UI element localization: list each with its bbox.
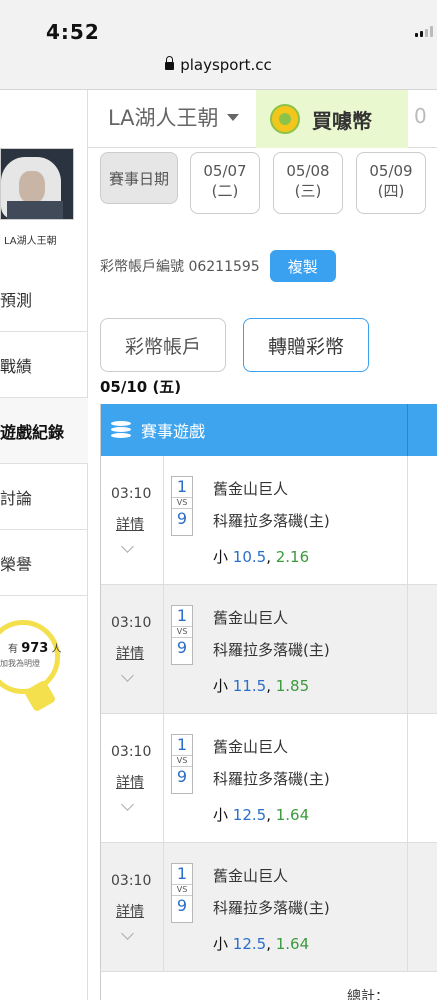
game-table: 賽事遊戲 03:10 詳情 1 VS 9 舊金山巨人 科羅拉多落磯(主) 小 10.… [100, 404, 437, 972]
matchup-box: 1 VS 9 [171, 863, 193, 923]
table-header: 賽事遊戲 [101, 404, 437, 456]
lightbulb-icon [0, 620, 60, 694]
browser-status-bar: 4:52 playsport.cc [0, 0, 437, 90]
account-number: 彩幣帳戶編號 06211595 [100, 259, 260, 275]
table-row: 03:10 詳情 1 VS 9 舊金山巨人 科羅拉多落磯(主) 小 11.5, 1.… [101, 585, 437, 714]
total-row: 總計： [100, 970, 437, 1000]
database-icon [111, 421, 131, 439]
page-header: LA湖人王朝 買噱幣 0 [88, 90, 437, 148]
coin-icon [270, 104, 300, 134]
bet-pick: 小 10.5, 2.16 [213, 548, 310, 566]
sidebar-item-honor[interactable]: 榮譽 [0, 530, 88, 596]
detail-link[interactable]: 詳情 [116, 772, 144, 792]
matchup-box: 1 VS 9 [171, 734, 193, 794]
sidebar-item-game-history[interactable]: 遊戲紀錄 [0, 398, 88, 464]
mentor-label: 加我為明燈 [0, 659, 40, 668]
bet-pick: 小 12.5, 1.64 [213, 935, 310, 953]
chevron-down-icon[interactable] [121, 540, 134, 553]
sidebar-item-record[interactable]: 戰績 [0, 332, 88, 398]
date-button[interactable]: 05/08 (三) [273, 152, 343, 214]
account-number-row: 彩幣帳戶編號 06211595 複製 [100, 250, 336, 282]
home-team: 科羅拉多落磯(主) [213, 641, 330, 659]
tab-coin-account[interactable]: 彩幣帳戶 [100, 318, 226, 372]
total-label: 總計： [347, 989, 389, 1000]
buy-coin-button[interactable]: 買噱幣 [256, 90, 408, 148]
team-dropdown[interactable]: LA湖人王朝 [108, 102, 239, 132]
game-time: 03:10 [111, 744, 152, 760]
chevron-down-icon[interactable] [121, 798, 134, 811]
detail-link[interactable]: 詳情 [116, 901, 144, 921]
day-label: 05/10 (五) [100, 378, 182, 396]
sidebar-item-discussion[interactable]: 討論 [0, 464, 88, 530]
sidebar: LA湖人王朝 預測 戰績 遊戲紀錄 討論 榮譽 有 973 人 加我為明燈 [0, 90, 88, 1000]
table-row: 03:10 詳情 1 VS 9 舊金山巨人 科羅拉多落磯(主) 小 12.5, 1.… [101, 714, 437, 843]
copy-button[interactable]: 複製 [269, 250, 336, 282]
url-text: playsport.cc [180, 56, 272, 74]
bet-pick: 小 12.5, 1.64 [213, 806, 310, 824]
table-row: 03:10 詳情 1 VS 9 舊金山巨人 科羅拉多落磯(主) 小 12.5, 1.… [101, 843, 437, 972]
home-team: 科羅拉多落磯(主) [213, 512, 330, 530]
away-team: 舊金山巨人 [213, 738, 289, 756]
away-team: 舊金山巨人 [213, 480, 289, 498]
sidebar-item-predict[interactable]: 預測 [0, 266, 88, 332]
game-time: 03:10 [111, 873, 152, 889]
home-team: 科羅拉多落磯(主) [213, 899, 330, 917]
avatar[interactable] [0, 148, 74, 220]
signal-icon [415, 26, 433, 37]
home-team: 科羅拉多落磯(主) [213, 770, 330, 788]
chevron-down-icon[interactable] [121, 927, 134, 940]
chevron-down-icon [226, 113, 239, 121]
away-team: 舊金山巨人 [213, 609, 289, 627]
game-time: 03:10 [111, 615, 152, 631]
url-bar[interactable]: playsport.cc [0, 56, 437, 74]
mentor-lightbulb[interactable]: 有 973 人 加我為明燈 [0, 620, 70, 730]
table-row: 03:10 詳情 1 VS 9 舊金山巨人 科羅拉多落磯(主) 小 10.5, 2.… [101, 456, 437, 585]
tab-transfer-coin[interactable]: 轉贈彩幣 [243, 318, 369, 372]
date-button[interactable]: 05/07 (二) [190, 152, 260, 214]
bet-pick: 小 11.5, 1.85 [213, 677, 310, 695]
date-label: 賽事日期 [100, 152, 178, 204]
date-button[interactable]: 05/09 (四) [356, 152, 426, 214]
matchup-box: 1 VS 9 [171, 476, 193, 536]
away-team: 舊金山巨人 [213, 867, 289, 885]
game-time: 03:10 [111, 486, 152, 502]
detail-link[interactable]: 詳情 [116, 514, 144, 534]
status-time: 4:52 [46, 20, 100, 44]
header-overflow-text: 0 [414, 104, 427, 128]
chevron-down-icon[interactable] [121, 669, 134, 682]
matchup-box: 1 VS 9 [171, 605, 193, 665]
mentor-count: 有 973 人 [8, 641, 62, 656]
user-name: LA湖人王朝 [4, 236, 57, 247]
detail-link[interactable]: 詳情 [116, 643, 144, 663]
lock-icon [165, 56, 175, 70]
